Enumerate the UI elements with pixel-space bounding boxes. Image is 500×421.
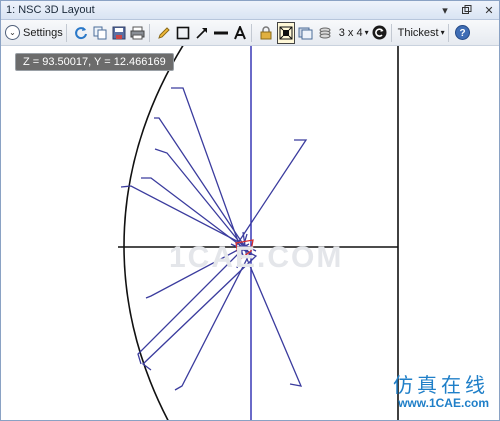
chevron-down-icon: ▾ (440, 28, 445, 37)
coordinate-tooltip: Z = 93.50017, Y = 12.466169 (15, 53, 174, 71)
refresh-icon[interactable] (73, 23, 89, 43)
brand-chinese: 仿真在线 (393, 373, 489, 397)
pencil-icon[interactable] (156, 23, 172, 43)
separator (148, 23, 150, 42)
line-thickness-label: Thickest (397, 26, 439, 39)
lock-icon[interactable] (258, 23, 274, 43)
layers-icon[interactable] (317, 23, 333, 43)
line-icon[interactable] (213, 23, 229, 43)
settings-button[interactable]: ⌄ Settings (5, 23, 63, 43)
ray (154, 117, 252, 257)
chevron-down-icon: ▾ (364, 28, 369, 37)
svg-text:?: ? (460, 28, 466, 39)
window-title: 1: NSC 3D Layout (6, 4, 95, 16)
chevron-down-icon[interactable]: ▾ (437, 2, 453, 18)
print-icon[interactable] (130, 23, 146, 43)
rotate-icon[interactable] (372, 23, 388, 43)
window-controls: ▾ ✕ (431, 1, 497, 19)
layout-grid-label: 3 x 4 (338, 26, 363, 39)
close-icon[interactable]: ✕ (481, 2, 497, 18)
nsc-3d-layout-window: 1: NSC 3D Layout ▾ ✕ ⌄ Settings 3 x 4 ▾ … (0, 0, 500, 421)
ray (235, 139, 308, 247)
separator (390, 23, 392, 42)
ray (171, 87, 245, 259)
save-icon[interactable] (111, 23, 127, 43)
help-icon[interactable]: ? (455, 23, 471, 43)
settings-label: Settings (23, 26, 63, 39)
brand-url: www.1CAE.com (398, 396, 489, 410)
lens-arc (123, 35, 190, 420)
chevron-down-icon: ⌄ (5, 25, 20, 40)
fit-view-icon[interactable] (276, 21, 295, 44)
line-thickness-dropdown[interactable]: Thickest ▾ (398, 23, 445, 43)
ray-bundle (120, 87, 308, 391)
title-bar: 1: NSC 3D Layout ▾ ✕ (1, 1, 499, 20)
separator (250, 23, 252, 42)
rectangle-icon[interactable] (175, 23, 191, 43)
brand-logo: 仿真在线 www.1CAE.com (393, 374, 489, 410)
separator (65, 23, 67, 42)
restore-icon[interactable] (459, 2, 475, 18)
window-icon[interactable] (298, 23, 314, 43)
copy-icon[interactable] (92, 23, 108, 43)
separator (447, 23, 449, 42)
layout-grid-dropdown[interactable]: 3 x 4 ▾ (339, 23, 369, 43)
arrow-icon[interactable] (194, 23, 210, 43)
layout-drawing (118, 35, 399, 420)
watermark: 1CAE.COM (169, 241, 344, 274)
text-icon[interactable] (232, 23, 248, 43)
ray (154, 148, 247, 251)
layout-canvas[interactable]: 1CAE.COM (1, 35, 499, 420)
toolbar: ⌄ Settings 3 x 4 ▾ Thickest ▾ ? (1, 20, 499, 46)
